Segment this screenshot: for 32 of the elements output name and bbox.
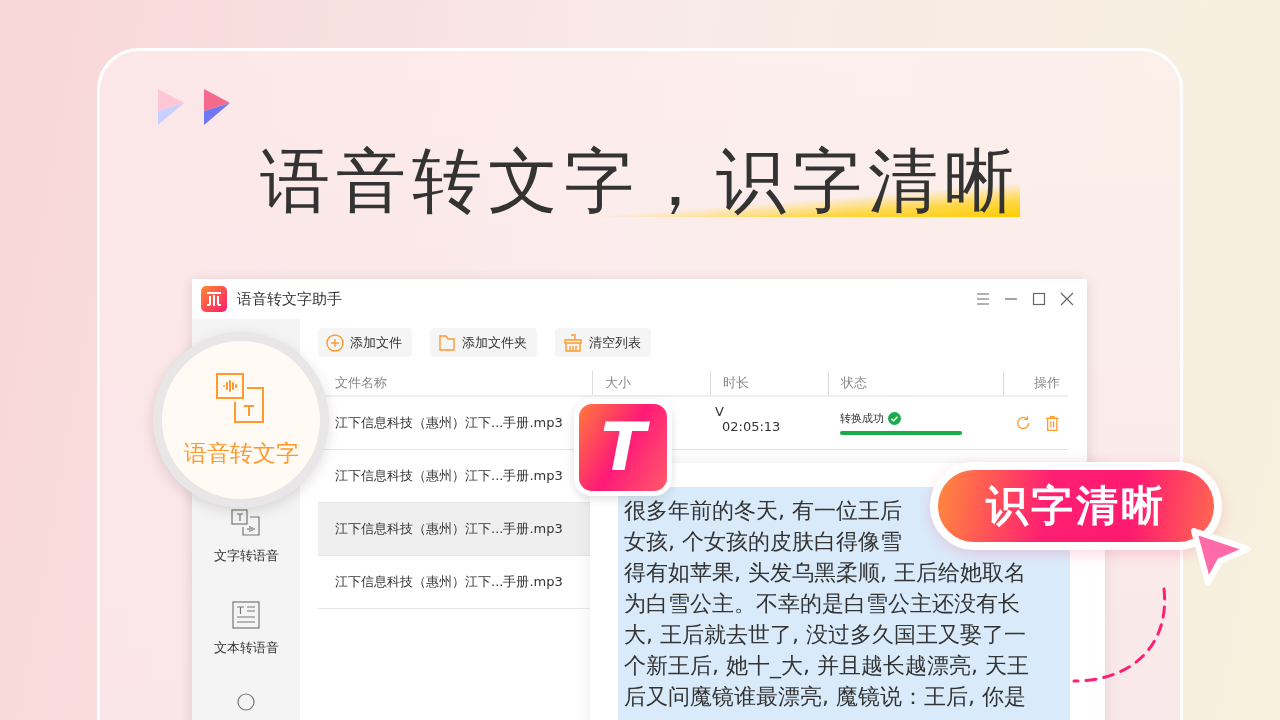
- broom-icon: [563, 333, 583, 352]
- text-line: 后又问魔镜谁最漂亮, 魔镜说：王后, 你是: [624, 683, 1026, 711]
- app-logo-icon: [201, 286, 227, 312]
- refresh-icon[interactable]: [1015, 414, 1032, 432]
- maximize-icon[interactable]: [1031, 291, 1047, 307]
- text-line: 个新王后, 她十_大, 并且越长越漂亮, 天王: [624, 652, 1029, 681]
- text-line: 很多年前的冬天, 有一位王后: [624, 497, 902, 525]
- duration-note: V: [715, 404, 725, 419]
- text-to-voice-icon: [231, 509, 261, 537]
- window-title: 语音转文字助手: [237, 289, 343, 309]
- text-line: 女孩, 个女孩的皮肤白得像雪: [624, 528, 902, 556]
- sidebar-item[interactable]: 文字转语音: [213, 509, 279, 565]
- cursor-icon: [1188, 525, 1254, 587]
- voice-to-text-icon: [215, 371, 267, 424]
- callout-badge: 识字清晰: [930, 462, 1222, 550]
- toolbar-button[interactable]: 添加文件夹: [430, 328, 537, 357]
- check-icon: [888, 412, 901, 425]
- toolbar-button[interactable]: 添加文件: [318, 328, 412, 357]
- plus-icon: [326, 333, 344, 352]
- trash-icon[interactable]: [1043, 414, 1060, 432]
- menu-icon[interactable]: [975, 291, 991, 307]
- document-icon: [232, 601, 260, 629]
- close-icon[interactable]: [1059, 291, 1075, 307]
- sidebar-item[interactable]: 文本转语音: [213, 601, 279, 657]
- duration-cell: 02:05:13: [722, 419, 781, 434]
- toolbar-button[interactable]: 清空列表: [555, 328, 651, 357]
- text-line: 为白雪公主。不幸的是白雪公主还没有长: [624, 590, 1020, 618]
- text-line: 得有如苹果, 头发乌黑柔顺, 王后给她取名: [624, 559, 1026, 587]
- folder-icon: [438, 333, 456, 352]
- circle-icon: [237, 693, 255, 711]
- text-line: 大, 王后就去世了, 没过多久国王又娶了一: [624, 621, 1026, 649]
- status-text: 转换成功: [840, 411, 884, 426]
